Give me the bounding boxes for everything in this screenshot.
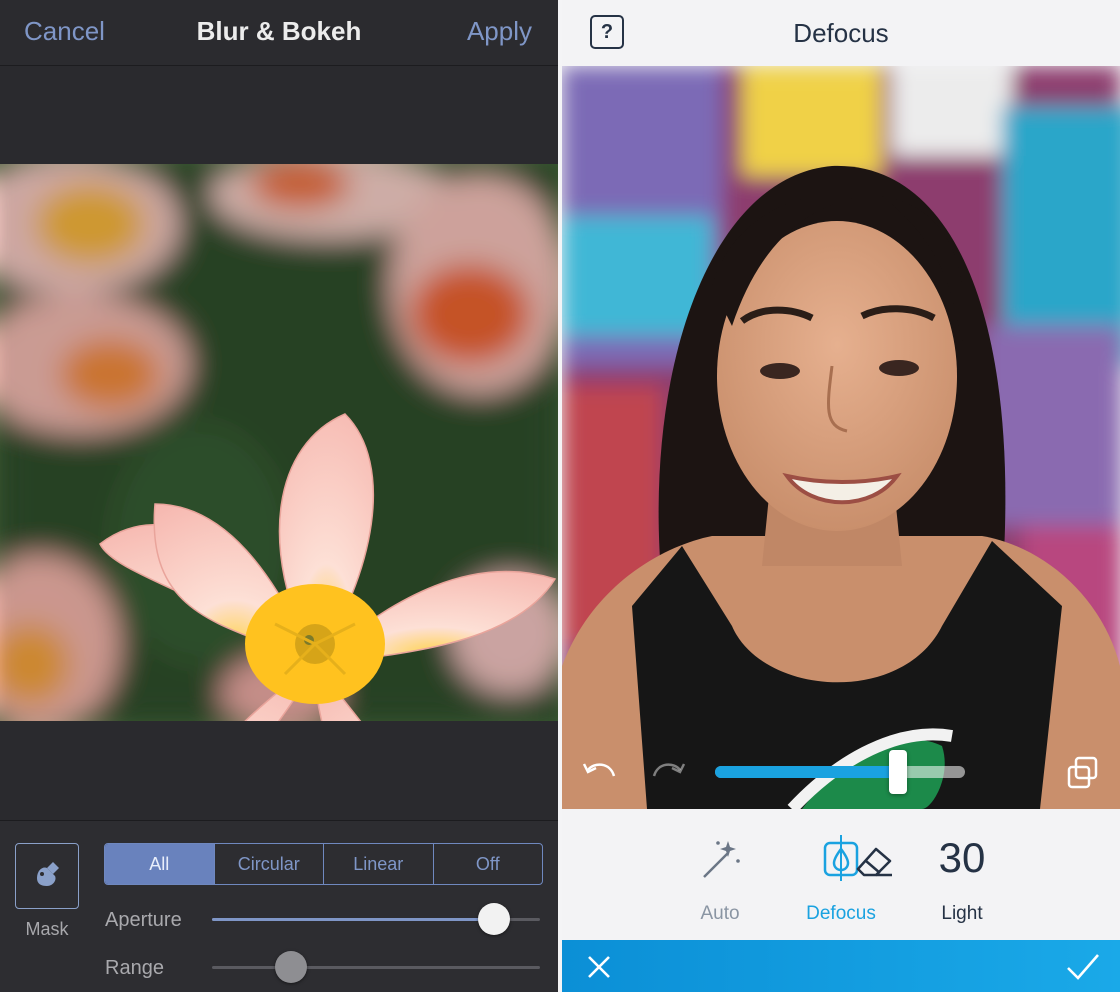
light-tool[interactable]: 30 Light	[902, 833, 1022, 925]
magic-wand-icon	[703, 841, 740, 878]
segment-all[interactable]: All	[105, 844, 214, 884]
auto-label: Auto	[700, 903, 740, 924]
bottom-action-bar	[562, 940, 1120, 992]
segment-off[interactable]: Off	[432, 844, 543, 884]
defocus-slider-thumb[interactable]	[888, 750, 907, 794]
aperture-label: Aperture	[105, 909, 182, 931]
light-label: Light	[941, 903, 983, 924]
screen-title: Defocus	[793, 18, 889, 48]
adjustment-panel: Mask All Circular Linear Off Aperture Ra…	[0, 820, 558, 992]
segment-linear[interactable]: Linear	[323, 844, 433, 884]
mask-button[interactable]	[15, 843, 79, 909]
close-icon[interactable]	[586, 954, 612, 980]
range-slider-thumb[interactable]	[274, 951, 307, 983]
aperture-slider[interactable]	[212, 903, 540, 935]
portrait-photo-image	[562, 66, 1120, 809]
range-label: Range	[105, 957, 164, 979]
defocus-strength-slider[interactable]	[715, 750, 965, 794]
mask-label: Mask	[25, 919, 69, 939]
compare-icon[interactable]	[1066, 756, 1100, 790]
range-slider[interactable]	[212, 951, 540, 983]
auto-tool[interactable]: Auto	[660, 837, 780, 925]
redo-icon[interactable]	[650, 758, 686, 786]
brush-mask-icon	[37, 862, 59, 886]
header-bar: ? Defocus	[562, 0, 1120, 66]
flower-photo[interactable]	[0, 164, 558, 721]
tool-separator	[840, 835, 842, 881]
defocus-slider-fill	[715, 766, 898, 778]
defocus-screen: ? Defocus Auto Defocus 30 Light	[562, 0, 1120, 992]
portrait-photo[interactable]	[562, 66, 1120, 809]
flower-photo-image	[0, 164, 558, 721]
segment-circular[interactable]: Circular	[213, 844, 324, 884]
defocus-label: Defocus	[806, 903, 876, 924]
aperture-slider-fill	[212, 918, 495, 921]
checkmark-icon[interactable]	[1066, 952, 1100, 980]
tool-row: Auto Defocus 30 Light	[562, 809, 1120, 940]
navigation-bar: Cancel Blur & Bokeh Apply	[0, 0, 558, 66]
blur-shape-segmented-control: All Circular Linear Off	[104, 843, 543, 885]
eraser-icon	[856, 847, 892, 877]
eraser-tool[interactable]	[852, 839, 896, 883]
light-value: 30	[938, 834, 986, 881]
aperture-slider-thumb[interactable]	[478, 903, 511, 935]
undo-icon[interactable]	[582, 758, 618, 786]
blur-bokeh-screen: Cancel Blur & Bokeh Apply Mask All Circu…	[0, 0, 558, 992]
apply-button[interactable]: Apply	[467, 16, 532, 47]
